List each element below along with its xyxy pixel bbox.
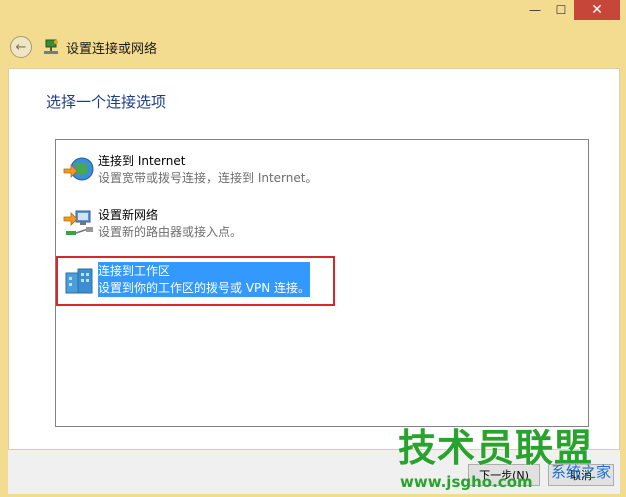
option-description: 设置宽带或拨号连接，连接到 Internet。 [98,171,318,185]
option-text: 连接到工作区 设置到你的工作区的拨号或 VPN 连接。 [98,262,311,297]
maximize-button[interactable]: ☐ [548,0,574,20]
workplace-vpn-icon [65,268,93,294]
watermark-tag: 系统之家 [551,463,612,481]
caption-buttons: — ☐ ✕ [522,0,620,20]
option-connect-internet[interactable]: 连接到 Internet 设置宽带或拨号连接，连接到 Internet。 [62,152,317,192]
close-button[interactable]: ✕ [574,0,620,20]
option-title: 连接到工作区 [98,264,171,278]
option-connect-workplace[interactable]: 连接到工作区 设置到你的工作区的拨号或 VPN 连接。 [62,262,311,302]
option-text: 连接到 Internet 设置宽带或拨号连接，连接到 Internet。 [98,152,317,187]
window-frame: — ☐ ✕ ← 设置连接或网络 选择一个连接选项 连接到 Internet 设置… [0,0,626,497]
globe-internet-icon [63,157,94,181]
watermark-site: www.jsgho.com [400,473,533,491]
navigation-bar: ← 设置连接或网络 [0,30,626,64]
new-network-icon [63,210,93,235]
connection-options-list: 连接到 Internet 设置宽带或拨号连接，连接到 Internet。 设置新… [55,139,589,427]
option-text: 设置新网络 设置新的路由器或接入点。 [98,206,242,241]
network-wizard-icon [44,39,58,54]
option-title: 设置新网络 [98,208,159,222]
back-button[interactable]: ← [10,36,32,58]
page-heading: 选择一个连接选项 [46,93,167,111]
option-new-network[interactable]: 设置新网络 设置新的路由器或接入点。 [62,206,242,246]
option-title: 连接到 Internet [98,154,186,168]
option-description: 设置新的路由器或接入点。 [98,225,243,239]
wizard-title: 设置连接或网络 [66,41,158,57]
option-description: 设置到你的工作区的拨号或 VPN 连接。 [98,281,311,295]
content-panel: 选择一个连接选项 连接到 Internet 设置宽带或拨号连接，连接到 Inte… [8,68,620,450]
minimize-button[interactable]: — [522,0,548,20]
